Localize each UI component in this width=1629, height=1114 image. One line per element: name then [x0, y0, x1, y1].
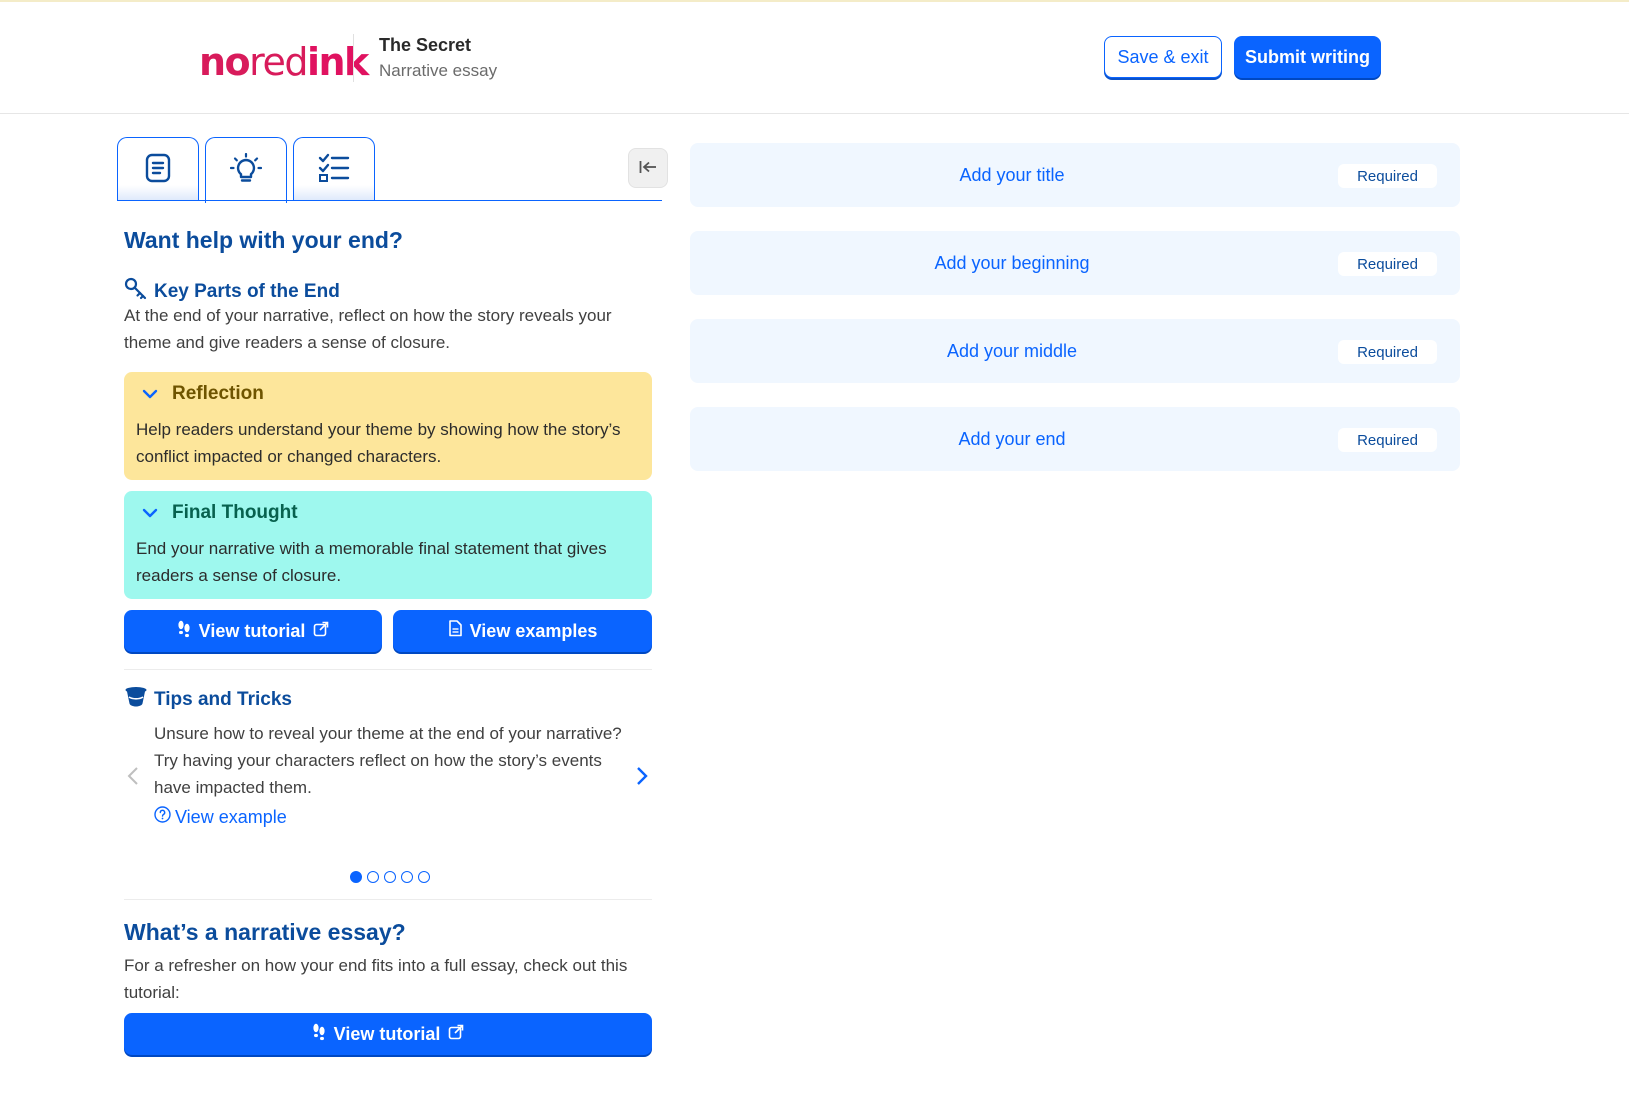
document-title: The Secret [379, 35, 472, 55]
view-example-label: View example [175, 806, 287, 827]
carousel-dot-1[interactable] [350, 871, 362, 883]
key-parts-text: At the end of your narrative, reflect on… [124, 306, 612, 352]
tips-heading: Tips and Tricks [124, 686, 292, 714]
tips-title: Tips and Tricks [154, 689, 292, 710]
document-icon [144, 153, 172, 187]
key-parts-title: Key Parts of the End [154, 281, 340, 302]
add-beginning-label[interactable]: Add your beginning [690, 231, 1334, 295]
final-thought-toggle[interactable]: Final Thought [136, 501, 640, 525]
noredink-logo[interactable]: noredink [199, 40, 369, 84]
middle-section[interactable]: Add your middle Required [690, 319, 1460, 383]
external-link-icon [448, 1024, 464, 1045]
narrative-tutorial-button[interactable]: View tutorial [124, 1013, 652, 1055]
next-tip-button[interactable] [636, 766, 648, 792]
view-examples-label: View examples [469, 620, 598, 641]
divider [124, 899, 652, 900]
chevron-right-icon [636, 767, 648, 792]
view-tutorial-label: View tutorial [198, 620, 306, 641]
tab-help[interactable] [205, 137, 287, 203]
view-tutorial-button[interactable]: View tutorial [124, 610, 382, 652]
external-link-icon [313, 621, 329, 642]
carousel-dot-5[interactable] [418, 871, 430, 883]
required-badge: Required [1338, 340, 1437, 364]
required-badge: Required [1338, 252, 1437, 276]
footsteps-icon [312, 1023, 326, 1046]
final-thought-title: Final Thought [172, 502, 298, 523]
end-section[interactable]: Add your end Required [690, 407, 1460, 471]
carousel-pagination [350, 871, 430, 883]
required-badge: Required [1338, 164, 1437, 188]
reflection-card: Reflection Help readers understand your … [124, 372, 652, 480]
chevron-left-icon [127, 767, 139, 792]
previous-tip-button[interactable] [127, 766, 139, 792]
logo-part-ink: ink [306, 40, 369, 84]
document-icon [448, 620, 462, 642]
final-thought-card: Final Thought End your narrative with a … [124, 491, 652, 599]
view-examples-button[interactable]: View examples [393, 610, 652, 652]
required-badge: Required [1338, 428, 1437, 452]
collapse-left-icon [639, 159, 657, 178]
narrative-tutorial-label: View tutorial [333, 1023, 441, 1044]
top-hat-icon [124, 686, 148, 714]
tab-underline [117, 200, 662, 201]
chevron-down-icon [142, 502, 158, 524]
carousel-dot-2[interactable] [367, 871, 379, 883]
save-exit-button[interactable]: Save & exit [1104, 36, 1222, 78]
narrative-heading: What’s a narrative essay? [124, 919, 406, 945]
divider [124, 669, 652, 670]
question-circle-icon [154, 806, 171, 828]
lightbulb-icon [229, 152, 263, 189]
reflection-toggle[interactable]: Reflection [136, 382, 640, 406]
final-thought-text: End your narrative with a memorable fina… [136, 539, 607, 585]
beginning-section[interactable]: Add your beginning Required [690, 231, 1460, 295]
app-header: noredink The Secret Narrative essay Save… [0, 2, 1629, 114]
title-section[interactable]: Add your title Required [690, 143, 1460, 207]
add-middle-label[interactable]: Add your middle [690, 319, 1334, 383]
reflection-title: Reflection [172, 383, 264, 404]
carousel-dot-4[interactable] [401, 871, 413, 883]
checklist-icon [318, 153, 350, 187]
collapse-sidebar-button[interactable] [628, 148, 668, 188]
logo-part-no: no [199, 40, 251, 84]
document-subtitle: Narrative essay [379, 61, 498, 80]
narrative-text: For a refresher on how your end fits int… [124, 956, 628, 1002]
chevron-down-icon [142, 383, 158, 405]
reflection-text: Help readers understand your theme by sh… [136, 420, 621, 466]
footsteps-icon [177, 620, 191, 643]
carousel-dot-3[interactable] [384, 871, 396, 883]
help-heading: Want help with your end? [124, 227, 403, 253]
submit-writing-button[interactable]: Submit writing [1234, 36, 1381, 78]
add-title-label[interactable]: Add your title [690, 143, 1334, 207]
header-divider [353, 34, 354, 82]
view-example-link[interactable]: View example [154, 806, 287, 828]
logo-part-red: red [249, 40, 308, 84]
tips-text: Unsure how to reveal your theme at the e… [154, 724, 622, 797]
tab-checklist[interactable] [293, 137, 375, 201]
add-end-label[interactable]: Add your end [690, 407, 1334, 471]
tab-writing-guide[interactable] [117, 137, 199, 201]
